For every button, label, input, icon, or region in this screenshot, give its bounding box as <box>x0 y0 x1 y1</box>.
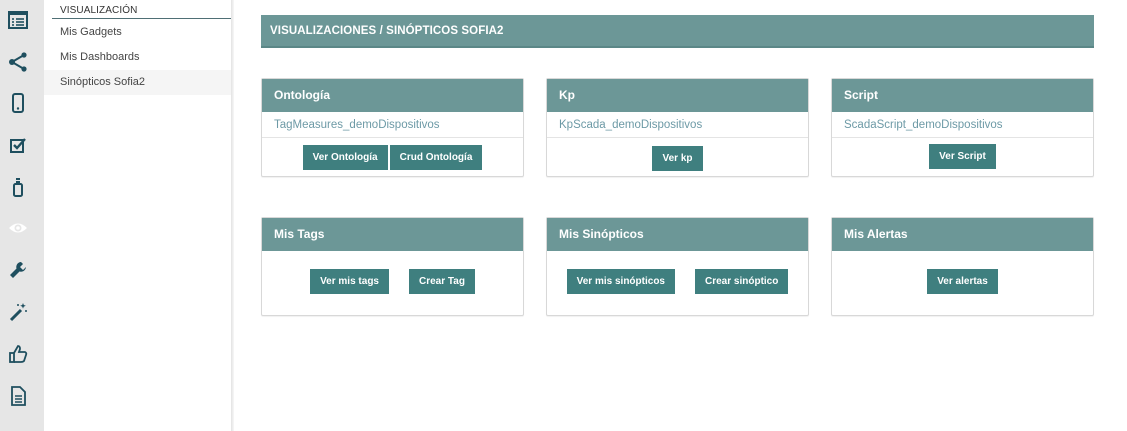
ver-mis-tags-button[interactable]: Ver mis tags <box>310 268 389 294</box>
document-icon[interactable] <box>6 384 30 408</box>
panel-title: Script <box>832 79 1093 112</box>
submenu: VISUALIZACIÓN Mis Gadgets Mis Dashboards… <box>44 0 231 431</box>
panel-title: Mis Tags <box>262 218 523 251</box>
panel-mis-tags: Mis Tags Ver mis tags Crear Tag <box>261 217 524 316</box>
panel-actions: Ver mis tags Crear Tag <box>262 251 523 311</box>
panel-actions: Ver mis sinópticos Crear sinóptico <box>547 251 808 311</box>
submenu-header: VISUALIZACIÓN <box>52 0 231 19</box>
submenu-divider <box>231 0 234 431</box>
device-icon[interactable] <box>6 175 30 199</box>
icon-rail <box>0 0 44 431</box>
crud-ontologia-button[interactable]: Crud Ontología <box>389 144 483 170</box>
mobile-icon[interactable] <box>6 91 30 115</box>
panel-mis-alertas: Mis Alertas Ver alertas <box>831 217 1094 316</box>
ontology-link[interactable]: TagMeasures_demoDispositivos <box>262 112 523 138</box>
submenu-item-mis-dashboards[interactable]: Mis Dashboards <box>44 45 231 70</box>
main-content: VISUALIZACIONES / SINÓPTICOS SOFIA2 Onto… <box>261 15 1094 316</box>
crear-sinoptico-button[interactable]: Crear sinóptico <box>695 268 789 294</box>
panel-script: Script ScadaScript_demoDispositivos Ver … <box>831 78 1094 177</box>
panel-actions: Ver alertas <box>832 251 1093 311</box>
page-title: VISUALIZACIONES / SINÓPTICOS SOFIA2 <box>261 15 1094 48</box>
panel-actions: Ver Script <box>832 138 1093 174</box>
ver-script-button[interactable]: Ver Script <box>929 143 996 169</box>
panel-actions: Ver Ontología Crud Ontología <box>262 138 523 176</box>
panel-title: Kp <box>547 79 808 112</box>
wrench-icon[interactable] <box>6 258 30 282</box>
ver-alertas-button[interactable]: Ver alertas <box>927 268 998 294</box>
panel-kp: Kp KpScada_demoDispositivos Ver kp <box>546 78 809 177</box>
panel-actions: Ver kp <box>547 138 808 178</box>
kp-link[interactable]: KpScada_demoDispositivos <box>547 112 808 138</box>
panel-mis-sinopticos: Mis Sinópticos Ver mis sinópticos Crear … <box>546 217 809 316</box>
panel-ontologia: Ontología TagMeasures_demoDispositivos V… <box>261 78 524 177</box>
checkbox-icon[interactable] <box>6 133 30 157</box>
submenu-item-mis-gadgets[interactable]: Mis Gadgets <box>44 20 231 45</box>
share-icon[interactable] <box>6 50 30 74</box>
eye-icon[interactable] <box>6 216 30 240</box>
panel-title: Ontología <box>262 79 523 112</box>
panel-title: Mis Alertas <box>832 218 1093 251</box>
list-icon[interactable] <box>6 8 30 32</box>
submenu-item-sinopticos-sofia2[interactable]: Sinópticos Sofia2 <box>44 70 231 95</box>
script-link[interactable]: ScadaScript_demoDispositivos <box>832 112 1093 138</box>
ver-kp-button[interactable]: Ver kp <box>652 145 703 171</box>
ver-ontologia-button[interactable]: Ver Ontología <box>302 144 388 170</box>
ver-mis-sinopticos-button[interactable]: Ver mis sinópticos <box>566 268 675 294</box>
thumbs-up-icon[interactable] <box>6 342 30 366</box>
crear-tag-button[interactable]: Crear Tag <box>408 268 475 294</box>
magic-wand-icon[interactable] <box>6 300 30 324</box>
panel-title: Mis Sinópticos <box>547 218 808 251</box>
